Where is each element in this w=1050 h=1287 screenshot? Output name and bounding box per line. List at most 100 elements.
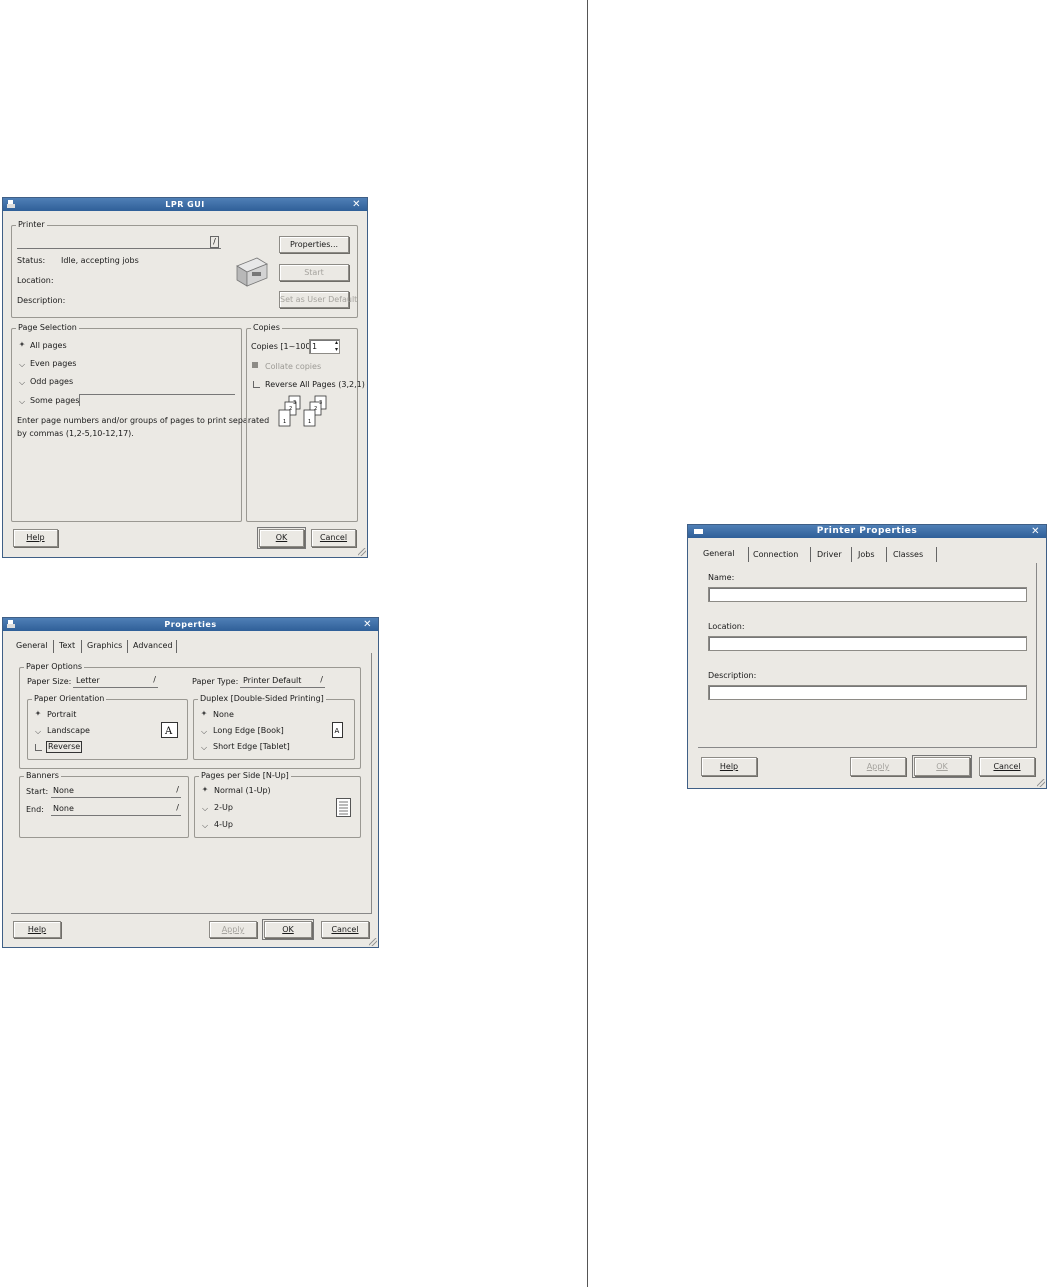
tab-graphics[interactable]: Graphics [87, 641, 122, 651]
close-icon[interactable]: ✕ [352, 198, 361, 211]
duplex-none-radio[interactable]: ✦ [199, 709, 209, 719]
properties-titlebar[interactable]: Properties ✕ [3, 618, 378, 631]
portrait-radio[interactable]: ✦ [33, 709, 43, 719]
dropdown-icon: / [176, 785, 179, 794]
landscape-radio[interactable]: ⌵ [33, 727, 43, 737]
resize-grip-icon[interactable] [369, 938, 377, 946]
paper-size-select[interactable]: Letter / [73, 675, 158, 688]
location-label: Location: [17, 276, 54, 285]
start-button[interactable]: Start [279, 264, 349, 281]
status-label: Status: [17, 256, 46, 265]
ok-button-label: OK [275, 533, 288, 542]
reverse-checkbox[interactable] [35, 744, 42, 751]
svg-text:A: A [335, 727, 340, 735]
tab-separator [176, 640, 177, 653]
printer-properties-window: Printer Properties ✕ General Connection … [687, 524, 1047, 789]
copies-spinbox[interactable]: 1 ▴ ▾ [309, 339, 340, 354]
all-pages-radio[interactable]: ✦ [17, 340, 27, 350]
svg-text:2: 2 [289, 406, 292, 412]
dropdown-icon: / [210, 236, 219, 248]
paper-type-value: Printer Default [243, 676, 302, 685]
ok-button[interactable]: OK [912, 755, 972, 778]
ok-button[interactable]: OK [262, 919, 314, 940]
paper-size-label: Paper Size: [27, 677, 72, 686]
collate-pages-icon: 321 321 [278, 395, 327, 427]
help-button[interactable]: Help [701, 757, 757, 776]
short-edge-radio[interactable]: ⌵ [199, 743, 209, 753]
printer-group-label: Printer [16, 220, 47, 230]
long-edge-label: Long Edge [Book] [213, 726, 284, 735]
orientation-preview-icon: A [161, 722, 178, 738]
collate-checkbox[interactable] [252, 362, 258, 368]
apply-button[interactable]: Apply [850, 757, 906, 776]
tab-advanced[interactable]: Advanced [133, 641, 173, 651]
paper-type-select[interactable]: Printer Default / [240, 675, 325, 688]
two-up-radio[interactable]: ⌵ [200, 804, 210, 814]
name-label: Name: [708, 573, 735, 582]
some-pages-input[interactable] [79, 394, 235, 406]
even-pages-label: Even pages [30, 359, 77, 368]
close-icon[interactable]: ✕ [1031, 525, 1040, 538]
help-button[interactable]: Help [13, 529, 58, 547]
reverse-all-label: Reverse All Pages (3,2,1) [265, 380, 365, 389]
ok-button[interactable]: OK [257, 527, 306, 549]
four-up-radio[interactable]: ⌵ [200, 821, 210, 831]
tab-classes[interactable]: Classes [893, 550, 923, 560]
long-edge-radio[interactable]: ⌵ [199, 727, 209, 737]
duplex-preview-icon: A [332, 722, 343, 738]
copies-group-label: Copies [251, 323, 282, 333]
cancel-button[interactable]: Cancel [979, 757, 1035, 776]
location-input[interactable] [708, 636, 1027, 651]
svg-text:1: 1 [308, 419, 311, 425]
set-as-user-default-button[interactable]: Set as User Default [279, 291, 357, 308]
normal-radio[interactable]: ✦ [200, 785, 210, 795]
tab-jobs[interactable]: Jobs [858, 550, 875, 560]
properties-button[interactable]: Properties... [279, 236, 349, 253]
properties-window: Properties ✕ General Text Graphics Advan… [2, 617, 379, 948]
printer-app-icon [7, 200, 15, 208]
tab-separator [127, 640, 128, 653]
copies-label: Copies [1~100]: [251, 342, 317, 351]
svg-text:A: A [164, 726, 173, 737]
paper-type-label: Paper Type: [192, 677, 239, 686]
spin-arrows-icon[interactable]: ▴ ▾ [335, 339, 338, 353]
apply-button[interactable]: Apply [209, 921, 257, 938]
resize-grip-icon[interactable] [1037, 779, 1045, 787]
some-pages-radio[interactable]: ⌵ [17, 397, 27, 407]
description-input[interactable] [708, 685, 1027, 700]
ok-button-label: OK [936, 762, 948, 771]
lpr-gui-titlebar[interactable]: LPR GUI ✕ [3, 198, 367, 211]
tab-separator [851, 547, 852, 562]
tab-separator [81, 640, 82, 653]
tab-general[interactable]: General [16, 641, 48, 651]
cancel-button[interactable]: Cancel [311, 529, 356, 547]
printer-app-icon [7, 620, 15, 628]
help-button[interactable]: Help [13, 921, 61, 938]
printer-select[interactable]: / [17, 236, 221, 249]
tab-separator [53, 640, 54, 653]
name-input[interactable] [708, 587, 1027, 602]
banner-start-select[interactable]: None / [51, 785, 181, 798]
odd-pages-label: Odd pages [30, 377, 74, 386]
even-pages-radio[interactable]: ⌵ [17, 360, 27, 370]
tab-general[interactable]: General [703, 549, 735, 559]
normal-label: Normal (1-Up) [214, 786, 271, 795]
window-menu-icon[interactable] [694, 529, 703, 534]
help-button-label: Help [26, 533, 45, 542]
tab-driver[interactable]: Driver [817, 550, 842, 560]
help-button-label: Help [27, 925, 47, 934]
window-title: Printer Properties [816, 526, 918, 536]
reverse-all-checkbox[interactable] [253, 381, 260, 388]
odd-pages-radio[interactable]: ⌵ [17, 378, 27, 388]
landscape-label: Landscape [47, 726, 90, 735]
printer-properties-titlebar[interactable]: Printer Properties ✕ [688, 525, 1046, 538]
close-icon[interactable]: ✕ [363, 618, 372, 631]
nup-label: Pages per Side [N-Up] [199, 771, 291, 781]
reverse-label: Reverse [46, 741, 83, 753]
tab-connection[interactable]: Connection [753, 550, 798, 560]
resize-grip-icon[interactable] [358, 548, 366, 556]
nup-preview-icon [336, 798, 351, 817]
cancel-button[interactable]: Cancel [321, 921, 369, 938]
tab-text[interactable]: Text [59, 641, 75, 651]
banner-end-select[interactable]: None / [51, 803, 181, 816]
